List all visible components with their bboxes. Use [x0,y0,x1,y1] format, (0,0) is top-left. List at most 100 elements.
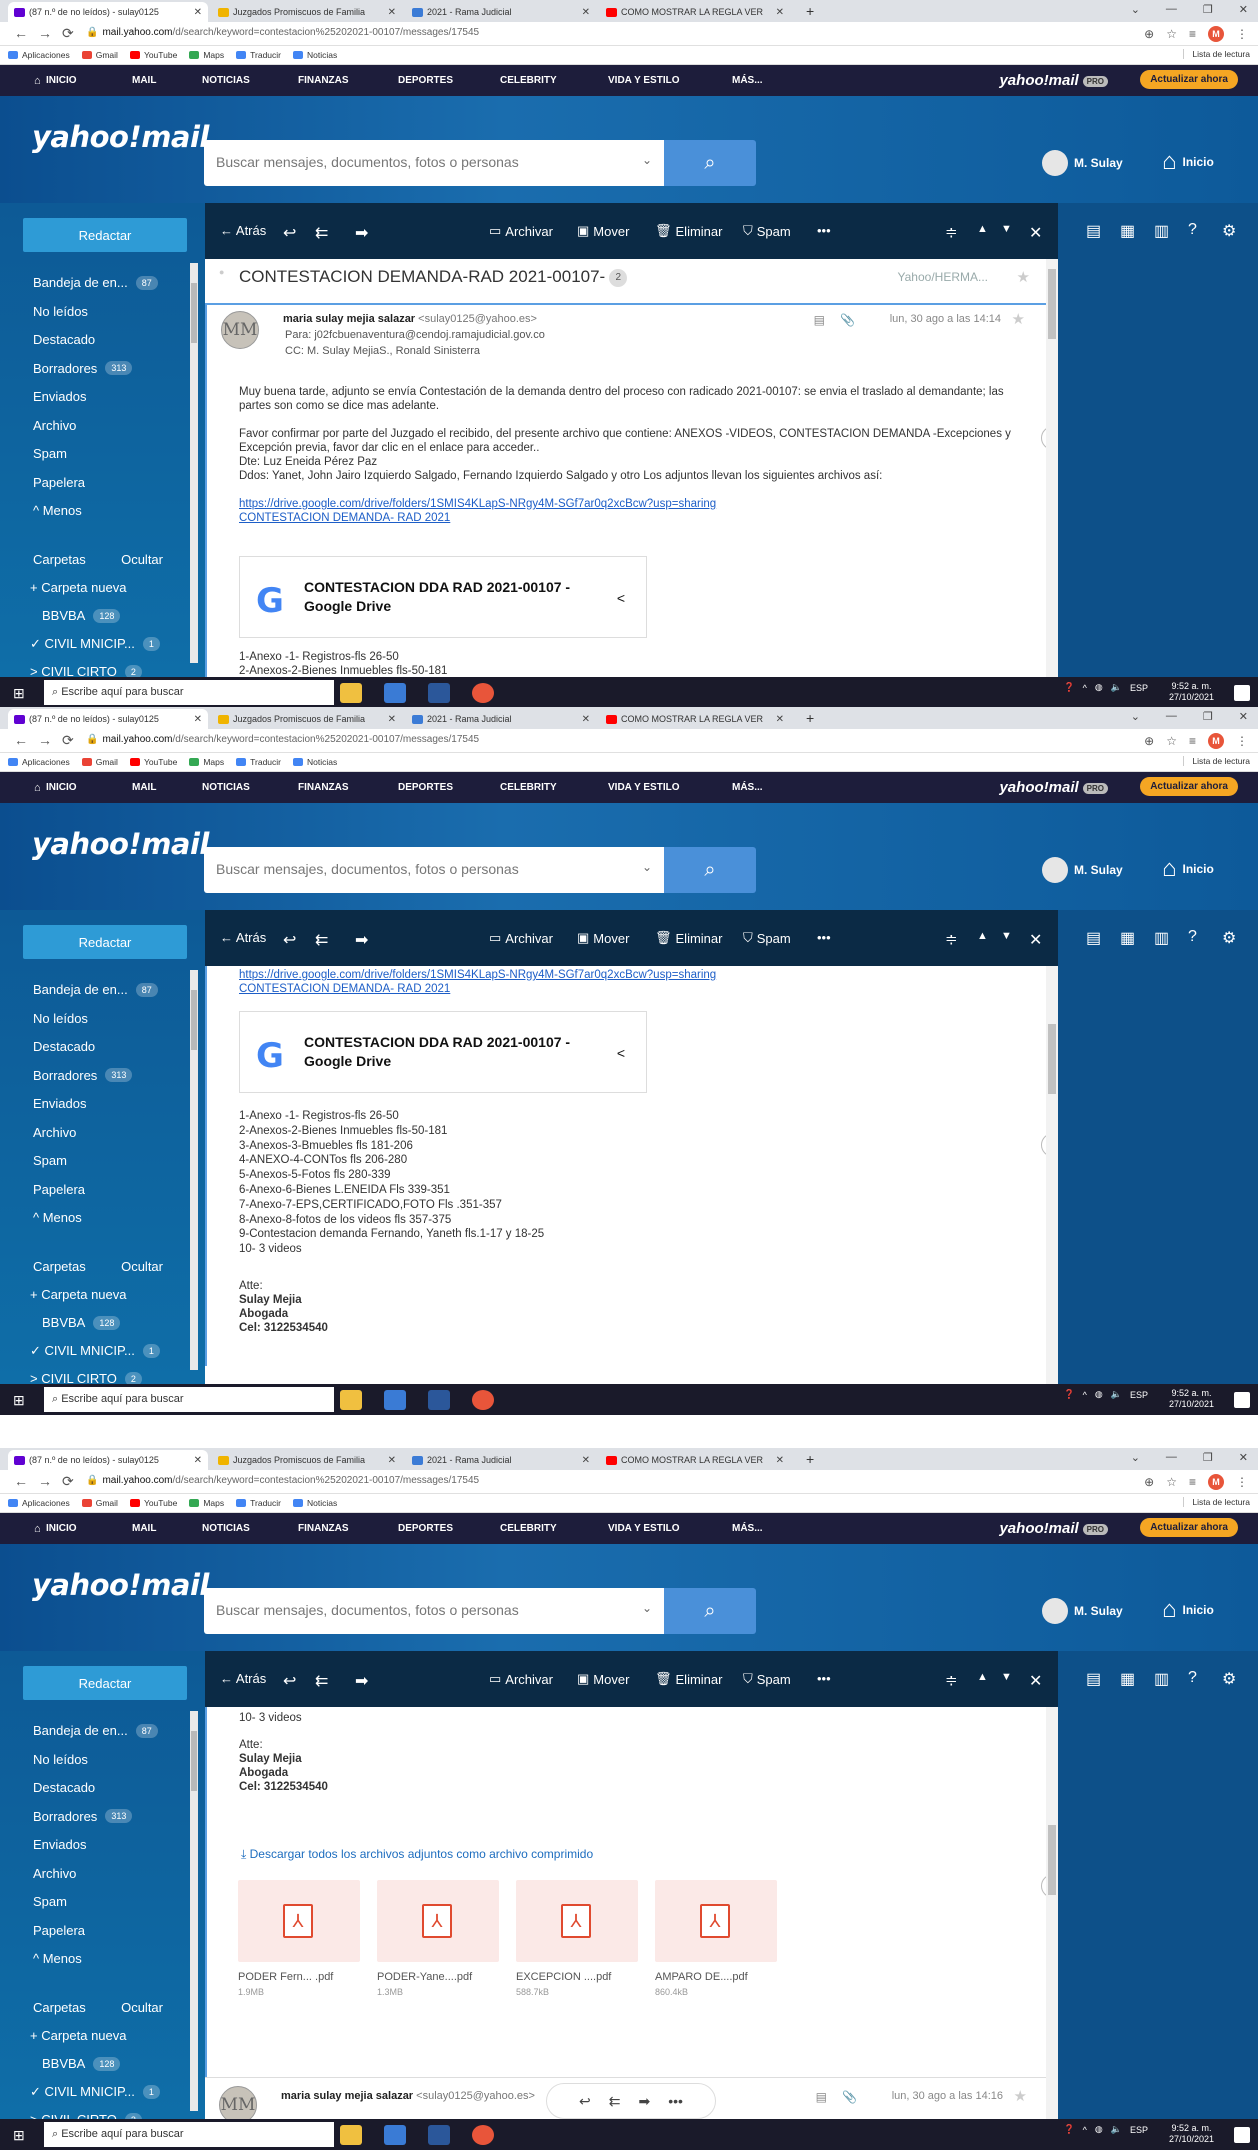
calendar-icon[interactable]: ▦ [1120,1669,1135,1689]
sidebar-item-6[interactable]: Spam [33,446,67,461]
nav-2[interactable]: NOTICIAS [202,75,250,86]
notepad-icon[interactable]: ▥ [1154,1669,1169,1689]
user-menu[interactable]: M. Sulay [1042,857,1123,883]
compose-button[interactable]: Redactar [23,1666,187,1700]
sidebar-item-4[interactable]: Enviados [33,1096,86,1111]
reload-icon[interactable]: ⟳ [62,732,74,749]
minimize-button[interactable]: — [1166,710,1177,723]
sidebar-item-7[interactable]: Papelera [33,475,85,490]
sidebar-item-1[interactable]: No leídos [33,1752,88,1767]
tab-search-icon[interactable]: ⌄ [1131,1451,1140,1464]
attachment-name[interactable]: EXCEPCION ....pdf [516,1971,611,1983]
back-icon[interactable]: ← [14,25,28,41]
close-tab-icon[interactable]: ✕ [388,714,396,725]
scroll-thumb[interactable] [1048,1825,1056,1895]
close-tab-icon[interactable]: ✕ [582,714,590,725]
chevron-down-icon[interactable]: ⌄ [642,860,652,874]
menu-dots-icon[interactable]: ⋮ [1236,734,1248,748]
bookmark-5[interactable]: Noticias [293,50,337,60]
reading-list-button[interactable]: Lista de lectura [1183,756,1250,766]
menu-dots-icon[interactable]: ⋮ [1236,1475,1248,1489]
tab-rama-judicial[interactable]: 2021 - Rama Judicial ✕ [406,709,596,729]
nav-4[interactable]: DEPORTES [398,75,453,86]
star-icon[interactable]: ★ [1017,268,1030,286]
scroll-thumb[interactable] [1048,269,1056,339]
close-tab-icon[interactable]: ✕ [388,7,396,18]
bookmark-1[interactable]: Gmail [81,1498,118,1508]
reading-list-button[interactable]: Lista de lectura [1183,49,1250,59]
folder-item-0[interactable]: BBVBA 128 [42,608,121,623]
bookmark-5[interactable]: Noticias [293,1498,337,1508]
close-tab-icon[interactable]: ✕ [776,7,784,18]
bookmark-5[interactable]: Noticias [293,757,337,767]
yahoo-mail-logo-small[interactable]: yahoo!mail PRO [999,1520,1108,1537]
tab-rama-judicial[interactable]: 2021 - Rama Judicial ✕ [406,2,596,22]
bookmark-4[interactable]: Traducir [236,757,281,767]
nav-4[interactable]: DEPORTES [398,1523,453,1534]
spam-button[interactable]: ⛉ Spam [743,223,791,239]
next-icon[interactable]: ▼ [1001,223,1012,235]
home-link[interactable]: ⌂ Inicio [1162,855,1214,883]
yahoo-mail-logo[interactable]: yahoo!mail [32,827,209,861]
reply-icon[interactable]: ↩ [283,223,296,243]
yahoo-mail-logo-small[interactable]: yahoo!mail PRO [999,72,1108,89]
upgrade-button[interactable]: Actualizar ahora [1140,70,1238,89]
notepad-icon[interactable]: ▥ [1154,928,1169,948]
reply-all-icon[interactable]: ⇇ [315,1671,328,1691]
contacts-icon[interactable]: ▤ [1086,1669,1101,1689]
sidebar-scrollbar[interactable] [190,970,198,1370]
split-view-icon[interactable]: ≑ [945,223,958,241]
forward-icon[interactable]: ➡ [355,1671,368,1691]
bookmark-0[interactable]: Aplicaciones [8,1498,70,1508]
nav-5[interactable]: CELEBRITY [500,75,557,86]
help-tray-icon[interactable]: ❓ [1063,2124,1074,2135]
previous-icon[interactable]: ▲ [977,223,988,235]
sidebar-item-8[interactable]: ^ Menos [33,1951,82,1966]
sidebar-item-2[interactable]: Destacado [33,332,95,347]
chevron-down-icon[interactable]: ⌄ [642,153,652,167]
reply-all-icon[interactable]: ⇇ [315,930,328,950]
nav-7[interactable]: MÁS... [732,75,763,86]
chrome-icon[interactable] [472,2125,494,2145]
file-explorer-icon[interactable] [340,683,362,703]
drive-card[interactable]: G CONTESTACION DDA RAD 2021-00107 - Googl… [239,1011,647,1093]
share-icon[interactable]: < [606,583,636,613]
nav-6[interactable]: VIDA Y ESTILO [608,75,680,86]
previous-icon[interactable]: ▲ [977,930,988,942]
media-app-icon[interactable] [384,2125,406,2145]
attachment-name[interactable]: AMPARO DE....pdf [655,1971,748,1983]
clock[interactable]: 9:52 a. m. 27/10/2021 [1169,1388,1214,1410]
reading-list-button[interactable]: Lista de lectura [1183,1497,1250,1507]
help-icon[interactable]: ? [1188,1669,1197,1687]
clock[interactable]: 9:52 a. m. 27/10/2021 [1169,2123,1214,2145]
windows-start-icon[interactable]: ⊞ [13,1392,25,1409]
bookmark-2[interactable]: YouTube [129,757,177,767]
new-folder-button[interactable]: + Carpeta nueva [30,580,126,595]
nav-2[interactable]: NOTICIAS [202,1523,250,1534]
folder-item-0[interactable]: BBVBA 128 [42,2056,121,2071]
search-input[interactable]: Buscar mensajes, documentos, fotos o per… [204,140,664,186]
sidebar-item-4[interactable]: Enviados [33,1837,86,1852]
sidebar-scrollbar[interactable] [190,1711,198,2111]
nav-1[interactable]: MAIL [132,75,156,86]
message-star-icon[interactable]: ★ [1012,310,1025,328]
close-icon[interactable]: ✕ [1029,1671,1042,1691]
profile-avatar[interactable]: M [1208,26,1224,42]
zoom-icon[interactable]: ⊕ [1144,27,1154,41]
user-menu[interactable]: M. Sulay [1042,1598,1123,1624]
folder-item-1[interactable]: ✓ CIVIL MNICIP... 1 [30,636,160,652]
tab-yahoo-mail[interactable]: (87 n.º de no leídos) - sulay0125 ✕ [8,2,208,22]
reply-icon[interactable]: ↩ [283,930,296,950]
bookmark-3[interactable]: Maps [189,757,224,767]
help-tray-icon[interactable]: ❓ [1063,1389,1074,1400]
profile-avatar[interactable]: M [1208,1474,1224,1490]
tab-search-icon[interactable]: ⌄ [1131,710,1140,723]
scroll-thumb[interactable] [1048,1024,1056,1094]
new-tab-button[interactable]: + [806,3,814,19]
yahoo-mail-logo-small[interactable]: yahoo!mail PRO [999,779,1108,796]
tab-yahoo-mail[interactable]: (87 n.º de no leídos) - sulay0125 ✕ [8,709,208,729]
minimize-button[interactable]: — [1166,1451,1177,1464]
sidebar-item-5[interactable]: Archivo [33,418,76,433]
search-button[interactable]: ⌕ [664,1588,756,1634]
message-scrollbar[interactable] [1046,966,1058,1384]
